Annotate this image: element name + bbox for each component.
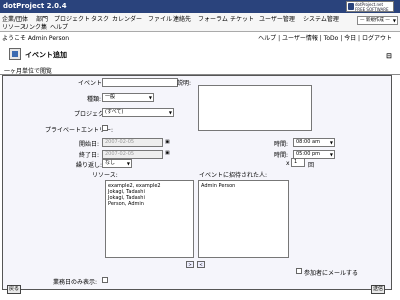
type-label: 種類:: [87, 96, 102, 103]
calendar-icon[interactable]: ▣: [165, 150, 172, 157]
recurs-select[interactable]: なし: [102, 159, 132, 168]
event-form: [2, 75, 392, 290]
menu-item-tasks[interactable]: タスク: [91, 14, 109, 23]
week-navigation: 一ヶ月単位で閲覧: [0, 64, 400, 75]
menu-item-tickets[interactable]: チケット: [230, 14, 254, 23]
end-date-label: 終了日:: [79, 152, 100, 159]
collapse-icon[interactable]: ⊟: [386, 52, 392, 60]
add-participant-button[interactable]: >: [186, 261, 194, 268]
end-date-input[interactable]: 2007-02-05: [102, 150, 163, 159]
notify-checkbox[interactable]: [296, 268, 302, 274]
month-view-link[interactable]: 一ヶ月単位で閲覧: [4, 66, 52, 75]
invited-list[interactable]: Admin Person: [198, 180, 289, 258]
app-title: dotProject 2.0.4: [3, 2, 67, 10]
recurs-count-prefix: x: [286, 160, 290, 167]
event-name-input[interactable]: [102, 78, 178, 87]
welcome-text: ようこそ Admin Person: [2, 35, 70, 42]
resources-label: リソース:: [92, 172, 118, 179]
notify-label: 参加者にメールする: [304, 270, 359, 277]
start-time-label: 時間:: [274, 141, 289, 148]
working-days-label: 業務日のみ表示:: [53, 279, 98, 286]
menu-item-system-admin[interactable]: システム管理: [303, 14, 339, 23]
menu-item-user-admin[interactable]: ユーザー管理: [259, 14, 295, 23]
page-title: イベント追加: [25, 51, 67, 59]
module-select[interactable]: — 新規作成 —: [357, 16, 398, 25]
menu-item-help[interactable]: ヘルプ: [50, 22, 68, 31]
description-textarea[interactable]: [198, 85, 312, 131]
start-date-input[interactable]: 2007-02-05: [102, 138, 163, 147]
top-links[interactable]: ヘルプ | ユーザー情報 | ToDo | 今日 | ログアウト: [258, 33, 392, 42]
start-date-label: 開始日:: [79, 141, 100, 148]
project-select[interactable]: (すべて): [102, 108, 174, 117]
back-button[interactable]: 戻る: [7, 285, 21, 294]
submit-button[interactable]: 送信: [371, 285, 385, 294]
end-time-label: 時間:: [274, 152, 289, 159]
menu-item-files[interactable]: ファイル: [148, 14, 172, 23]
calendar-icon[interactable]: ▣: [165, 139, 172, 146]
private-checkbox[interactable]: [102, 125, 108, 131]
type-select[interactable]: 一般: [102, 93, 154, 102]
menu-item-links[interactable]: リンク集: [23, 22, 47, 31]
recurs-count-input[interactable]: 1: [291, 158, 305, 167]
remove-participant-button[interactable]: <: [197, 261, 205, 268]
menu-item-forums[interactable]: フォーラム: [198, 14, 228, 23]
menu-item-calendar[interactable]: カレンダー: [112, 14, 142, 23]
main-menu: 企業/団体 部門 プロジェクト タスク カレンダー ファイル 連絡先 フォーラム…: [0, 13, 400, 32]
list-item[interactable]: Person, Admin: [108, 201, 191, 207]
dotproject-logo: dotProject.net FREE SOFTWARE: [346, 1, 394, 12]
menu-item-contacts[interactable]: 連絡先: [173, 14, 191, 23]
recurs-count-suffix: 回: [308, 162, 315, 169]
working-days-checkbox[interactable]: [102, 277, 108, 283]
app-titlebar: dotProject 2.0.4 dotProject.net FREE SOF…: [0, 0, 400, 13]
recurs-label: 繰り返し:: [76, 162, 103, 169]
event-icon: [9, 48, 21, 60]
start-time-select[interactable]: 08:00 am: [293, 138, 335, 147]
description-label: 説明:: [177, 80, 192, 87]
logo-mark-icon: [348, 3, 354, 10]
list-item[interactable]: Admin Person: [201, 183, 286, 189]
resources-list[interactable]: example2, example2 Jokagi, Tadashi Jokag…: [105, 180, 194, 258]
invited-label: イベントに招待された人:: [199, 172, 268, 179]
